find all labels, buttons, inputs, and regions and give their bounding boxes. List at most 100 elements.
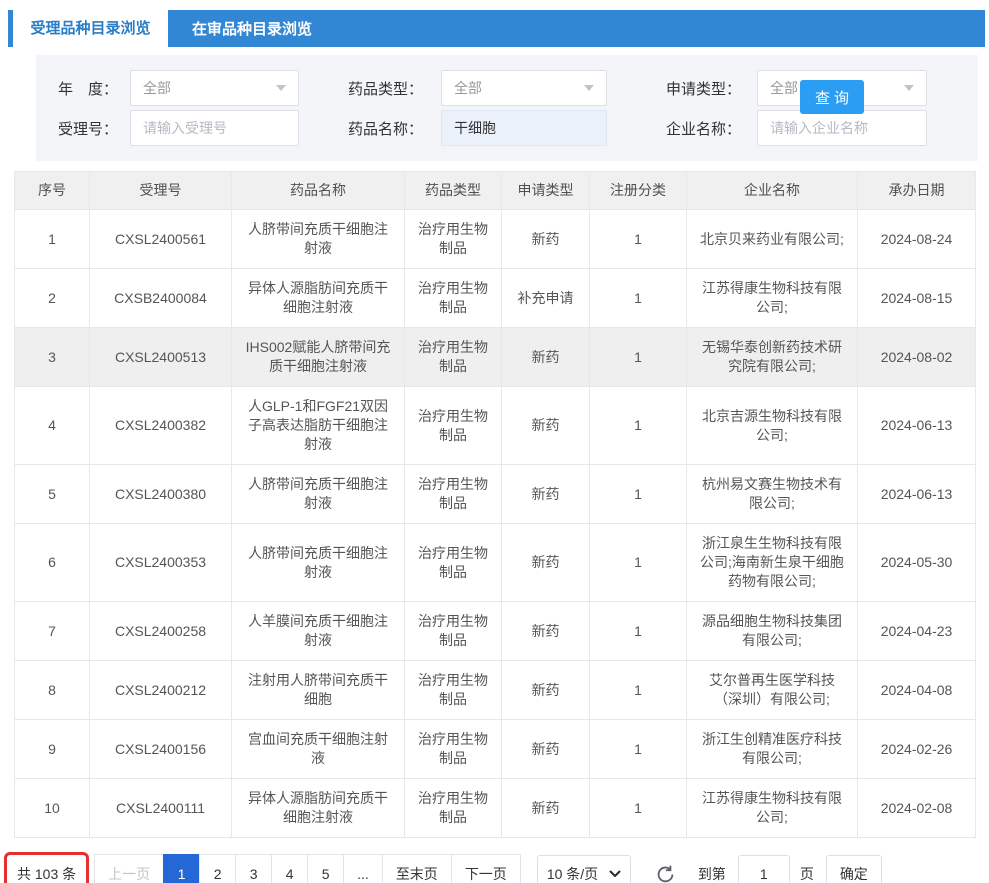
table-row: 7CXSL2400258人羊膜间充质干细胞注射液治疗用生物制品新药1源品细胞生物… [15,602,976,661]
table-cell: 2024-06-13 [858,387,976,465]
table-cell: CXSL2400382 [90,387,232,465]
page-button-3[interactable]: 3 [235,854,272,883]
column-header: 药品名称 [232,172,405,210]
table-cell: 2024-05-30 [858,524,976,602]
company-label: 企业名称： [663,118,741,139]
table-cell: 人脐带间充质干细胞注射液 [232,524,405,602]
table-cell: 2 [15,269,90,328]
page-button-1[interactable]: 1 [163,854,200,883]
next-page-button[interactable]: 下一页 [451,854,521,883]
column-header: 注册分类 [590,172,687,210]
search-button[interactable]: 查询 [800,80,864,114]
table-cell: 1 [590,387,687,465]
tab-in-review-catalog[interactable]: 在审品种目录浏览 [168,10,336,47]
table-cell: 10 [15,779,90,838]
table-cell: 2024-08-24 [858,210,976,269]
more-pages-button[interactable]: ... [343,854,383,883]
table-cell: 治疗用生物制品 [405,602,502,661]
table-cell: CXSL2400380 [90,465,232,524]
table-cell: 治疗用生物制品 [405,387,502,465]
table-row: 3CXSL2400513IHS002赋能人脐带间充质干细胞注射液治疗用生物制品新… [15,328,976,387]
table-cell: 异体人源脂肪间充质干细胞注射液 [232,779,405,838]
table-cell: 1 [590,465,687,524]
table-cell: 补充申请 [502,269,590,328]
table-cell: 源品细胞生物科技集团有限公司; [687,602,858,661]
table-cell: 2024-02-26 [858,720,976,779]
table-row: 2CXSB2400084异体人源脂肪间充质干细胞注射液治疗用生物制品补充申请1江… [15,269,976,328]
year-label: 年 度： [52,78,118,99]
table-cell: CXSL2400111 [90,779,232,838]
table-cell: 6 [15,524,90,602]
pagination-controls: 上一页 12345 ... 至末页 下一页 [95,854,521,883]
table-cell: 人脐带间充质干细胞注射液 [232,210,405,269]
table-cell: 注射用人脐带间充质干细胞 [232,661,405,720]
page-unit-label: 页 [800,864,814,883]
acceptance-no-label: 受理号： [52,118,118,139]
table-cell: CXSL2400156 [90,720,232,779]
table-cell: IHS002赋能人脐带间充质干细胞注射液 [232,328,405,387]
table-cell: 治疗用生物制品 [405,465,502,524]
tab-bar: 受理品种目录浏览 在审品种目录浏览 [0,0,989,47]
table-cell: CXSL2400212 [90,661,232,720]
tab-in-review-label: 在审品种目录浏览 [192,18,312,39]
table-cell: 治疗用生物制品 [405,269,502,328]
table-cell: 3 [15,328,90,387]
chevron-down-icon [609,870,621,878]
drug-name-label: 药品名称： [339,118,423,139]
table-cell: 新药 [502,602,590,661]
table-cell: 9 [15,720,90,779]
table-cell: 宫血间充质干细胞注射液 [232,720,405,779]
table-cell: 治疗用生物制品 [405,524,502,602]
tab-accepted-catalog[interactable]: 受理品种目录浏览 [13,7,168,47]
prev-page-button[interactable]: 上一页 [94,854,164,883]
chevron-down-icon [584,85,594,91]
company-input[interactable] [757,110,927,146]
refresh-icon[interactable] [655,864,676,883]
table-cell: 新药 [502,328,590,387]
table-cell: CXSB2400084 [90,269,232,328]
table-cell: 新药 [502,661,590,720]
column-header: 企业名称 [687,172,858,210]
column-header: 受理号 [90,172,232,210]
table-cell: 新药 [502,720,590,779]
confirm-button[interactable]: 确定 [826,855,882,883]
column-header: 承办日期 [858,172,976,210]
table-cell: 治疗用生物制品 [405,661,502,720]
apply-type-label: 申请类型： [663,78,741,99]
year-select[interactable]: 全部 [130,70,299,106]
page-button-5[interactable]: 5 [307,854,344,883]
page-button-4[interactable]: 4 [271,854,308,883]
table-header-row: 序号受理号药品名称药品类型申请类型注册分类企业名称承办日期 [15,172,976,210]
table-cell: 1 [590,210,687,269]
column-header: 药品类型 [405,172,502,210]
table-cell: 1 [590,269,687,328]
table-cell: 浙江泉生生物科技有限公司;海南新生泉干细胞药物有限公司; [687,524,858,602]
table-cell: 新药 [502,210,590,269]
table-cell: CXSL2400258 [90,602,232,661]
table-cell: 2024-04-08 [858,661,976,720]
column-header: 序号 [15,172,90,210]
table-cell: 艾尔普再生医学科技（深圳）有限公司; [687,661,858,720]
table-cell: 1 [590,720,687,779]
last-page-button[interactable]: 至末页 [382,854,452,883]
table-row: 5CXSL2400380人脐带间充质干细胞注射液治疗用生物制品新药1杭州易文赛生… [15,465,976,524]
drug-type-select[interactable]: 全部 [441,70,607,106]
table-cell: CXSL2400353 [90,524,232,602]
table-row: 8CXSL2400212注射用人脐带间充质干细胞治疗用生物制品新药1艾尔普再生医… [15,661,976,720]
table-cell: 1 [590,328,687,387]
pagination-bar: 共 103 条 上一页 12345 ... 至末页 下一页 10 条/页 到第 … [4,852,989,883]
table-row: 9CXSL2400156宫血间充质干细胞注射液治疗用生物制品新药1浙江生创精准医… [15,720,976,779]
table-cell: 2024-08-15 [858,269,976,328]
table-cell: 7 [15,602,90,661]
goto-page-input[interactable] [738,855,790,883]
page-size-select[interactable]: 10 条/页 [537,855,631,883]
table-cell: 1 [590,602,687,661]
table-cell: 1 [590,661,687,720]
acceptance-no-input[interactable] [130,110,299,146]
table-cell: CXSL2400513 [90,328,232,387]
table-cell: 2024-08-02 [858,328,976,387]
goto-page-label: 到第 [698,864,726,883]
page-button-2[interactable]: 2 [199,854,236,883]
drug-name-input[interactable] [441,110,607,146]
total-count: 共 103 条 [17,866,76,882]
